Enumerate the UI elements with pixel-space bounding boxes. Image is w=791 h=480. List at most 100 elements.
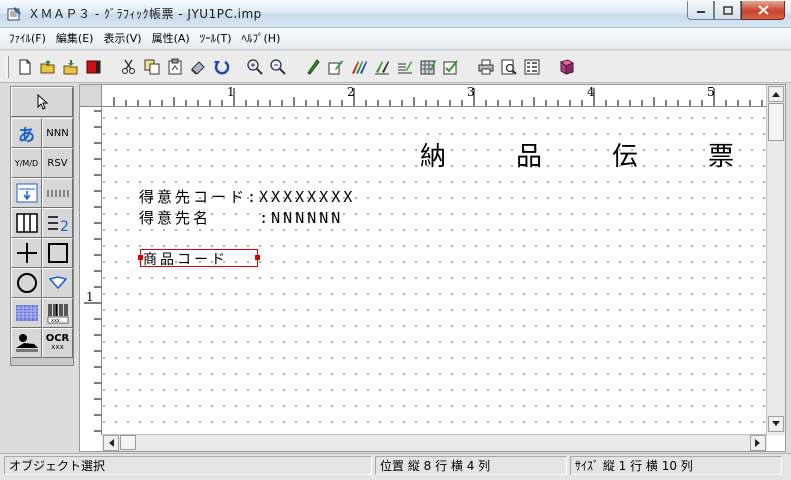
customer-code-field[interactable]: 得意先コード:XXXXXXXX [139,186,355,207]
print-preview-icon [501,59,517,75]
edit-button[interactable] [325,56,347,78]
print-preview-button[interactable] [498,56,520,78]
design-canvas[interactable]: 納 品 伝 票 得意先コード:XXXXXXXX 得意先名 :NNNNNN 商品コード [103,108,767,435]
draw-button[interactable] [371,56,393,78]
vertical-scroll-thumb[interactable] [768,103,784,141]
table-tool-button[interactable] [11,208,42,238]
arrow-down-icon [772,421,780,426]
line-tool-button[interactable] [11,238,42,268]
rectangle-icon [47,243,68,263]
barcode-tool-button[interactable]: xxx [42,298,73,328]
record-button[interactable] [83,56,105,78]
rectangle-tool-button[interactable] [42,238,73,268]
title-char: 品 [516,142,543,172]
numeric-field-tool-button[interactable]: NNN [42,118,73,148]
date-tool-label: Y/M/D [14,158,39,168]
horizontal-ruler-ticks: 1 2 3 4 5 [113,85,763,106]
ruler-label: 1 [227,85,235,99]
reserve-field-tool-button[interactable]: RSV [42,148,73,178]
eraser-button[interactable] [187,56,209,78]
menu-view[interactable]: 表示(V) [98,30,146,48]
toolbar-grip[interactable] [6,56,9,78]
menu-file[interactable]: ﾌｧｲﾙ(F) [4,30,51,48]
status-position: 位置 縦 8 行 横 4 列 [375,456,567,475]
format-icon [398,61,412,74]
diamond-shape-icon [48,276,67,290]
reserve-tool-label: RSV [47,157,68,169]
undo-button[interactable] [210,56,232,78]
shape-tool-button[interactable] [42,268,73,298]
layout-icon [524,59,540,75]
book-button[interactable] [556,56,578,78]
save-button[interactable] [60,56,82,78]
menu-edit[interactable]: 編集(E) [51,30,99,48]
menu-help[interactable]: ﾍﾙﾌﾟ(H) [237,30,286,48]
title-bar: ＸＭＡＰ３ - ｸﾞﾗﾌｨｯｸ帳票 - JYU1PC.imp [0,0,791,28]
multi-pen-button[interactable] [348,56,370,78]
scroll-up-button[interactable] [768,86,784,102]
cut-button[interactable] [118,56,140,78]
close-button[interactable] [741,1,785,20]
zoom-in-button[interactable] [244,56,266,78]
maximize-button[interactable] [714,1,741,20]
pen-icon [307,59,320,75]
document-title: 納品伝票 [420,136,767,173]
menu-tools[interactable]: ﾂｰﾙ(T) [195,30,237,48]
eraser-icon [191,61,205,75]
vertical-ruler[interactable]: 1 [80,107,102,435]
ruler-corner[interactable] [80,85,102,107]
circle-icon [16,273,37,293]
hiragana-a-icon: あ [18,125,35,146]
ocr-tool-button[interactable]: OCR xxx [42,328,73,358]
grid-button[interactable] [417,56,439,78]
document-view: 1 2 3 4 5 1 納 品 伝 票 得意先コード:XXXXXXXX 得意先名 :NNNNN… [79,84,786,452]
minimize-button[interactable] [687,1,714,20]
dotted-line-icon [47,190,68,197]
draw-icon [375,61,389,75]
list-number-tool-button[interactable]: 2 [42,208,73,238]
horizontal-ruler[interactable]: 1 2 3 4 5 [102,85,767,107]
horizontal-scrollbar[interactable] [102,434,767,451]
numeric-tool-label: NNN [46,127,69,139]
cut-icon [122,59,135,74]
copy-button[interactable] [141,56,163,78]
select-tool-button[interactable] [11,87,73,117]
image-tool-button[interactable] [11,328,42,358]
circle-tool-button[interactable] [11,268,42,298]
horizontal-scroll-thumb[interactable] [120,435,136,450]
resize-handle-right[interactable] [255,255,260,260]
scroll-left-button[interactable] [103,435,119,451]
paste-button[interactable] [164,56,186,78]
tool-palette: あ NNN Y/M/D RSV 2 xxx OCR xxx [10,86,74,366]
date-field-tool-button[interactable]: Y/M/D [11,148,42,178]
cursor-arrow-icon [37,94,49,110]
layout-button[interactable] [521,56,543,78]
ruler-label: 2 [347,85,355,99]
table-columns-icon [15,213,38,233]
repeat-field-tool-button[interactable] [11,178,42,208]
pen-button[interactable] [302,56,324,78]
resize-handle-left[interactable] [138,255,143,260]
open-button[interactable] [37,56,59,78]
multi-pen-icon [352,61,367,74]
format-button[interactable] [394,56,416,78]
repeat-down-icon [16,183,37,203]
menu-attribute[interactable]: 属性(A) [147,30,195,48]
scroll-right-button[interactable] [750,435,766,451]
scroll-down-button[interactable] [768,416,784,432]
save-icon [63,60,78,75]
zoom-in-icon [247,59,263,75]
print-button[interactable] [475,56,497,78]
customer-name-field[interactable]: 得意先名 :NNNNNN [139,207,343,228]
zoom-out-button[interactable] [267,56,289,78]
selected-product-code-field[interactable]: 商品コード [138,249,260,268]
product-code-text: 商品コード [143,252,228,268]
vertical-scrollbar[interactable] [766,85,785,435]
status-message: オブジェクト選択 [4,456,372,475]
new-button[interactable] [14,56,36,78]
check-button[interactable] [440,56,462,78]
dotted-line-tool-button[interactable] [42,178,73,208]
text-tool-button[interactable]: あ [11,118,42,148]
pattern-tool-button[interactable] [11,298,42,328]
svg-text:2: 2 [60,219,69,233]
